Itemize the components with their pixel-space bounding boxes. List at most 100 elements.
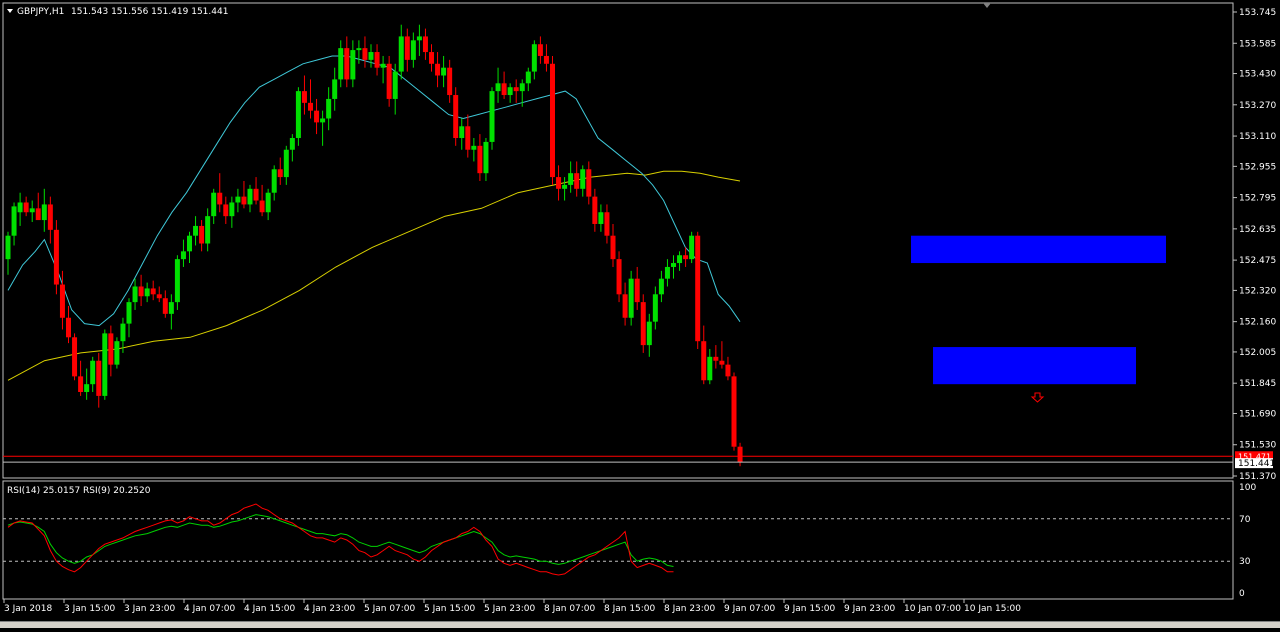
rsi-tick-label: 70 (1239, 515, 1251, 525)
time-tick-label: 4 Jan 07:00 (184, 604, 236, 614)
candle-body (610, 235, 616, 260)
candle-body (150, 288, 156, 295)
candle-body (689, 235, 695, 260)
candle-body (525, 71, 531, 84)
candle-body (162, 298, 168, 314)
chart-canvas[interactable]: 153.745 153.585 153.430 153.270 153.110 152.9… (0, 0, 1280, 627)
candle-body (483, 141, 489, 174)
symbol-label: GBPJPY,H1 (17, 7, 64, 17)
candle-body (634, 278, 640, 303)
candle-body (695, 235, 701, 342)
candle-body (59, 284, 65, 318)
price-tick-label: 151.845 (1239, 379, 1276, 389)
time-tick-label: 3 Jan 15:00 (64, 604, 116, 614)
candle-body (229, 202, 235, 217)
candle-body (17, 202, 23, 213)
candle-body (374, 52, 380, 68)
candle-body (465, 126, 471, 150)
time-tick-label: 4 Jan 23:00 (304, 604, 356, 614)
candle-body (96, 360, 102, 396)
candle-body (574, 173, 580, 189)
rsi-label: RSI(14) 25.0157 RSI(9) 20.2520 (7, 486, 151, 496)
candle-body (731, 376, 737, 447)
candle-body (193, 225, 199, 236)
candle-body (84, 384, 90, 392)
candle-body (211, 192, 217, 217)
candle-body (713, 356, 719, 361)
price-tick-label: 152.160 (1239, 318, 1276, 328)
candle (695, 231, 701, 350)
candle-body (53, 229, 59, 285)
candle-body (737, 446, 743, 463)
candle-body (174, 259, 180, 303)
candle-body (598, 212, 604, 224)
candle (53, 220, 59, 295)
time-tick-label: 3 Jan 23:00 (124, 604, 176, 614)
candle-body (241, 196, 247, 205)
candle-body (404, 36, 410, 60)
candle-body (471, 145, 477, 150)
chart-window[interactable]: 153.745 153.585 153.430 153.270 153.110 152.9… (0, 0, 1280, 628)
candle-body (604, 212, 610, 236)
supply-demand-zone (911, 235, 1166, 264)
candle-body (301, 91, 307, 103)
time-tick-label: 3 Jan 2018 (4, 604, 52, 614)
price-tick-label: 152.320 (1239, 286, 1276, 296)
candle-body (489, 91, 495, 142)
candle-body (719, 360, 725, 365)
candle-body (102, 333, 108, 396)
candle-body (138, 286, 144, 297)
candle-body (422, 36, 428, 53)
time-tick-label: 8 Jan 15:00 (604, 604, 656, 614)
price-tick-label: 153.270 (1239, 101, 1276, 111)
rsi-tick-label: 0 (1239, 589, 1245, 599)
time-tick-label: 5 Jan 07:00 (364, 604, 416, 614)
candle-body (78, 376, 84, 392)
candle-body (556, 177, 562, 189)
candle-body (108, 333, 114, 365)
candle-body (646, 321, 652, 346)
candle-body (23, 202, 29, 213)
candle-body (132, 286, 138, 303)
chart-background (0, 0, 1280, 627)
candle (453, 87, 459, 146)
candle (72, 333, 78, 381)
price-tick-label: 152.635 (1239, 225, 1276, 235)
candle-body (295, 91, 301, 139)
candle-body (562, 184, 568, 189)
candle-body (283, 149, 289, 178)
price-tick-label: 151.370 (1239, 472, 1276, 482)
candle-body (392, 71, 398, 99)
candle-body (332, 79, 338, 99)
candle-body (362, 48, 368, 60)
candle (102, 329, 108, 400)
candle-body (271, 169, 277, 193)
candle-body (380, 63, 386, 68)
price-tick-label: 153.110 (1239, 132, 1276, 142)
candle-body (664, 266, 670, 279)
candle-body (519, 83, 525, 92)
candle-body (592, 196, 598, 224)
time-tick-label: 9 Jan 15:00 (784, 604, 836, 614)
candle-body (368, 52, 374, 60)
candle (640, 294, 646, 353)
candle-body (683, 255, 689, 260)
candle-body (652, 294, 658, 322)
candle (295, 87, 301, 146)
candle-body (453, 95, 459, 139)
candle (114, 337, 120, 369)
candle-body (658, 278, 664, 295)
candle (731, 372, 737, 451)
candle-body (622, 294, 628, 318)
candle-body (168, 302, 174, 314)
candle-body (114, 341, 120, 365)
candle-body (447, 67, 453, 96)
candle-body (356, 48, 362, 51)
rsi-tick-label: 30 (1239, 557, 1251, 567)
candle-body (580, 169, 586, 189)
candle-body (725, 364, 731, 377)
price-tick-label: 152.955 (1239, 162, 1276, 172)
price-tick-label: 152.005 (1239, 348, 1276, 358)
candle-body (537, 44, 543, 56)
candle-body (289, 138, 295, 150)
